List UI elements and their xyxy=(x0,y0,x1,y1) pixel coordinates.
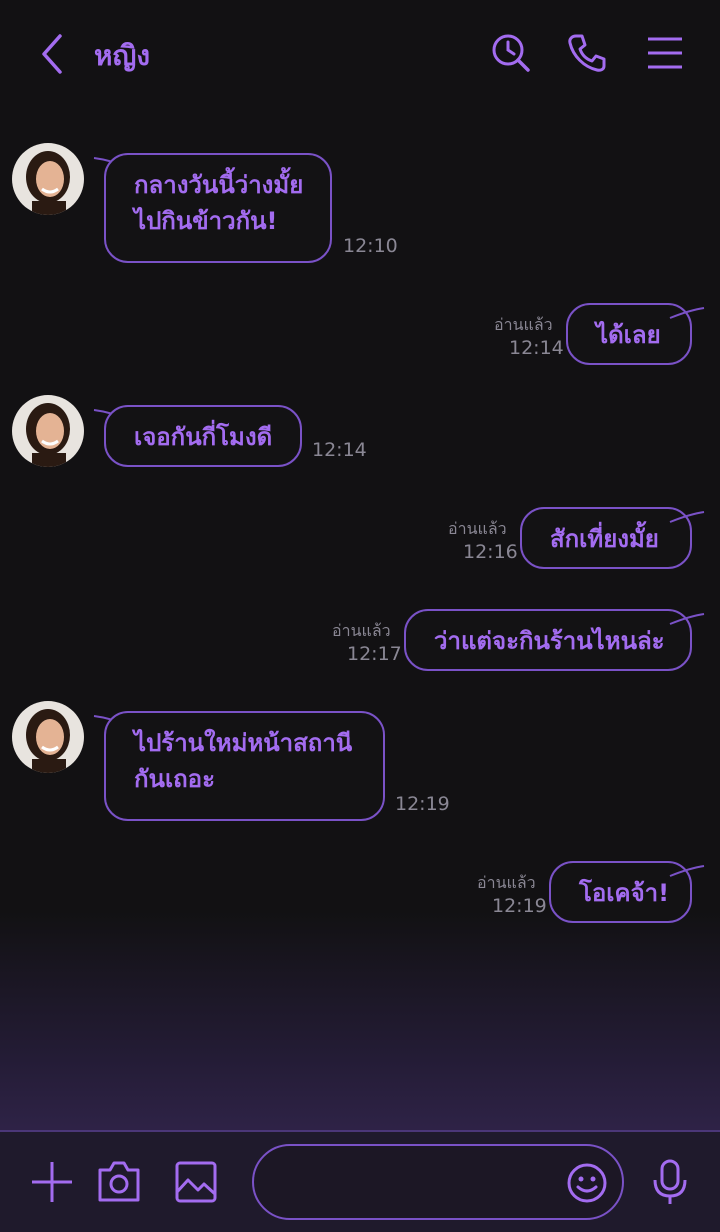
message-time: 12:10 xyxy=(343,235,398,257)
message-text: ไปร้านใหม่หน้าสถานี xyxy=(134,729,353,757)
message-text: เจอกันกี่โมงดี xyxy=(134,423,273,451)
message-text: กลางวันนี้ว่างมั้ย xyxy=(134,171,304,199)
message-bubble-incoming[interactable]: เจอกันกี่โมงดี xyxy=(104,405,302,467)
read-receipt: อ่านแล้ว xyxy=(477,873,536,892)
message-bubble-incoming[interactable]: กลางวันนี้ว่างมั้ย ไปกินข้าวกัน! xyxy=(104,153,332,263)
message-time: 12:17 xyxy=(347,643,402,665)
bubble-tail xyxy=(669,511,705,523)
message-bubble-incoming[interactable]: ไปร้านใหม่หน้าสถานี กันเถอะ xyxy=(104,711,385,821)
bubble-tail xyxy=(669,613,705,625)
bubble-tail xyxy=(669,307,705,319)
read-receipt: อ่านแล้ว xyxy=(332,621,391,640)
composer-bar xyxy=(0,1130,720,1232)
avatar-photo xyxy=(12,143,84,215)
message-text: โอเคจ้า! xyxy=(579,879,670,907)
avatar[interactable] xyxy=(12,701,84,773)
plus-icon[interactable] xyxy=(30,1160,74,1204)
chat-header: หญิง xyxy=(0,0,720,110)
avatar[interactable] xyxy=(12,395,84,467)
message-time: 12:16 xyxy=(463,541,518,563)
message-time: 12:19 xyxy=(492,895,547,917)
mic-icon[interactable] xyxy=(650,1158,690,1206)
camera-icon[interactable] xyxy=(96,1158,142,1204)
avatar-photo xyxy=(12,395,84,467)
avatar-photo xyxy=(12,701,84,773)
message-bubble-outgoing[interactable]: สักเที่ยงมั้ย xyxy=(520,507,692,569)
message-time: 12:19 xyxy=(395,793,450,815)
read-receipt: อ่านแล้ว xyxy=(448,519,507,538)
message-text: กันเถอะ xyxy=(134,765,215,793)
bubble-tail xyxy=(669,865,705,877)
image-icon[interactable] xyxy=(174,1160,218,1204)
avatar[interactable] xyxy=(12,143,84,215)
message-input[interactable] xyxy=(252,1144,624,1220)
read-receipt: อ่านแล้ว xyxy=(494,315,553,334)
phone-icon[interactable] xyxy=(566,32,608,74)
menu-icon[interactable] xyxy=(644,32,686,74)
chevron-left-icon[interactable] xyxy=(36,32,72,76)
message-bubble-outgoing[interactable]: ว่าแต่จะกินร้านไหนล่ะ xyxy=(404,609,692,671)
message-time: 12:14 xyxy=(509,337,564,359)
message-text: ไปกินข้าวกัน! xyxy=(134,207,278,235)
emoji-icon[interactable] xyxy=(566,1162,608,1204)
message-text: ว่าแต่จะกินร้านไหนล่ะ xyxy=(434,627,665,655)
chat-title: หญิง xyxy=(94,39,150,72)
message-text: สักเที่ยงมั้ย xyxy=(550,525,659,553)
message-time: 12:14 xyxy=(312,439,367,461)
search-icon[interactable] xyxy=(490,32,532,74)
message-text: ได้เลย xyxy=(596,321,661,349)
